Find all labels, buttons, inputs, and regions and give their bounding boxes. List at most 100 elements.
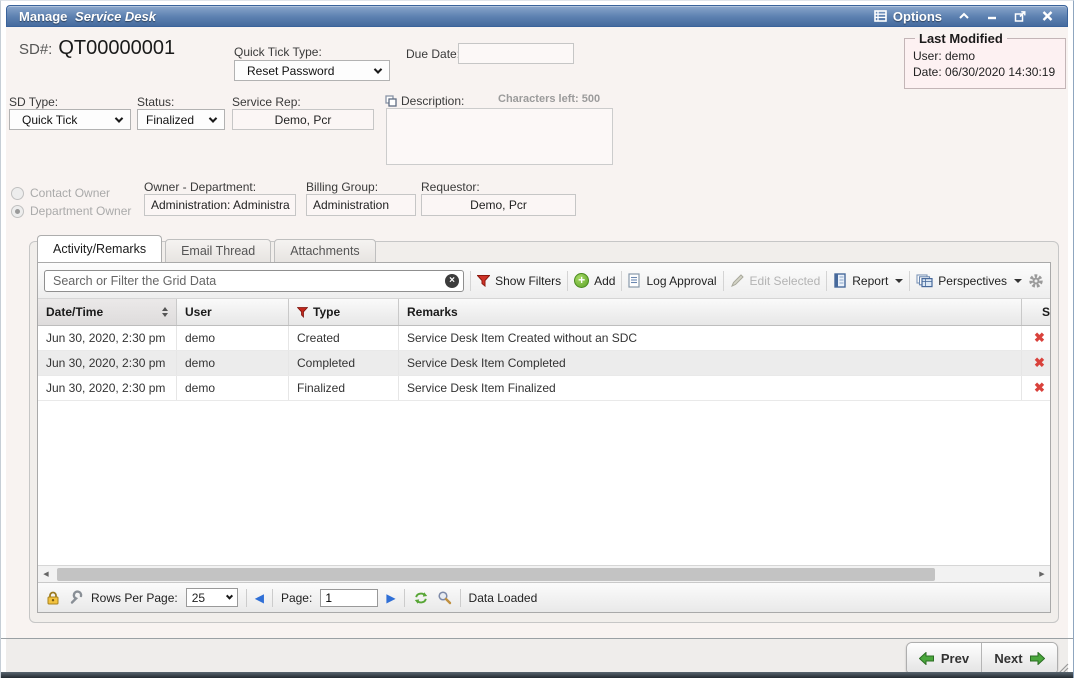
tab-activity-remarks[interactable]: Activity/Remarks — [37, 235, 162, 262]
toolbar-separator — [909, 271, 910, 291]
wrench-icon[interactable] — [68, 590, 83, 605]
service-rep-label: Service Rep: — [232, 95, 301, 109]
log-approval-button[interactable]: Log Approval — [628, 273, 716, 288]
perspectives-label: Perspectives — [938, 274, 1007, 288]
last-modified-title: Last Modified — [915, 31, 1007, 46]
pager-separator — [246, 589, 247, 607]
report-button[interactable]: Report — [833, 273, 903, 288]
delete-row-icon[interactable]: ✖ — [1034, 380, 1045, 396]
horizontal-scrollbar[interactable]: ◀ ▶ — [38, 565, 1050, 582]
pager-separator — [404, 589, 405, 607]
cell-user: demo — [177, 351, 289, 375]
chevron-down-icon — [115, 114, 123, 122]
footer-nav-buttons: Prev Next — [906, 642, 1058, 675]
column-header-user[interactable]: User — [177, 299, 289, 325]
delete-row-icon[interactable]: ✖ — [1034, 330, 1045, 346]
clear-search-icon[interactable]: × — [445, 274, 459, 288]
edit-selected-label: Edit Selected — [750, 274, 821, 288]
contact-owner-label: Contact Owner — [30, 186, 110, 200]
next-button[interactable]: Next — [982, 643, 1057, 674]
grid-header-row: Date/Time User Type Remarks Show — [38, 299, 1051, 326]
search-input[interactable] — [44, 270, 464, 292]
window-bottom-edge — [1, 672, 1073, 678]
contact-owner-radio[interactable]: Contact Owner — [11, 186, 110, 200]
scrollbar-thumb[interactable] — [57, 568, 935, 581]
scroll-left-icon[interactable]: ◀ — [38, 566, 54, 582]
filter-funnel-icon — [477, 275, 490, 287]
edit-selected-button[interactable]: Edit Selected — [730, 273, 821, 288]
options-button[interactable]: Options — [874, 9, 942, 24]
magnifier-icon[interactable] — [437, 590, 452, 605]
next-page-icon[interactable]: ▶ — [386, 592, 395, 604]
department-owner-radio[interactable]: Department Owner — [11, 204, 131, 218]
table-row[interactable]: Jun 30, 2020, 2:30 pm demo Created Servi… — [38, 326, 1051, 351]
activity-grid: × Show Filters Add — [37, 262, 1051, 613]
last-modified-box: Last Modified User: demo Date: 06/30/202… — [904, 31, 1066, 89]
grid-empty-area — [38, 401, 1050, 565]
pager-separator — [272, 589, 273, 607]
options-label: Options — [893, 9, 942, 24]
sd-type-select[interactable]: Quick Tick — [9, 109, 131, 130]
sd-number-heading: SD#: QT00000001 — [19, 37, 175, 60]
table-row[interactable]: Jun 30, 2020, 2:30 pm demo Completed Ser… — [38, 351, 1051, 376]
column-header-datetime[interactable]: Date/Time — [38, 299, 177, 325]
search-wrap: × — [44, 270, 464, 292]
footer-divider — [1, 638, 1073, 639]
lock-icon[interactable] — [46, 590, 60, 605]
page-title: Manage Service Desk — [19, 9, 156, 24]
quick-tick-type-select[interactable]: Reset Password — [234, 60, 390, 81]
show-filters-label: Show Filters — [495, 274, 561, 288]
refresh-icon[interactable] — [413, 591, 429, 605]
close-icon[interactable] — [1042, 11, 1053, 21]
last-modified-user: User: demo — [913, 49, 1057, 63]
column-header-type[interactable]: Type — [289, 299, 399, 325]
requestor-field: Demo, Pcr — [421, 194, 576, 216]
gear-icon[interactable] — [1028, 273, 1044, 289]
manage-service-desk-window: Manage Service Desk Options — [0, 0, 1074, 678]
cell-user: demo — [177, 376, 289, 400]
last-modified-date: Date: 06/30/2020 14:30:19 — [913, 65, 1057, 79]
delete-row-icon[interactable]: ✖ — [1034, 355, 1045, 371]
minimize-icon[interactable] — [986, 11, 998, 21]
collapse-icon[interactable] — [958, 11, 970, 21]
green-arrow-left-icon — [919, 652, 934, 665]
popout-description-icon[interactable] — [385, 95, 397, 107]
sd-type-label: SD Type: — [9, 95, 58, 109]
tab-email-thread[interactable]: Email Thread — [165, 239, 271, 262]
show-filters-button[interactable]: Show Filters — [477, 274, 561, 288]
toolbar-separator — [621, 271, 622, 291]
sort-icon[interactable] — [162, 307, 168, 317]
column-header-remarks[interactable]: Remarks — [399, 299, 1022, 325]
pencil-icon — [730, 273, 745, 288]
table-row[interactable]: Jun 30, 2020, 2:30 pm demo Finalized Ser… — [38, 376, 1051, 401]
grid-status-text: Data Loaded — [469, 591, 538, 605]
title-emphasis: Service Desk — [75, 9, 156, 24]
description-textarea[interactable] — [386, 108, 613, 165]
column-header-show[interactable]: Show — [1022, 299, 1051, 325]
page-number-input[interactable] — [320, 589, 378, 607]
next-label: Next — [994, 651, 1022, 666]
prev-button[interactable]: Prev — [907, 643, 982, 674]
sd-number-label: SD#: — [19, 41, 52, 58]
rows-per-page-label: Rows Per Page: — [91, 591, 178, 605]
radio-unchecked-icon — [11, 187, 24, 200]
report-label: Report — [852, 274, 888, 288]
rows-per-page-select[interactable]: 25 — [186, 588, 238, 607]
due-date-field[interactable] — [458, 43, 574, 64]
cell-user: demo — [177, 326, 289, 350]
perspectives-button[interactable]: Perspectives — [916, 274, 1022, 288]
window-titlebar: Manage Service Desk Options — [6, 5, 1068, 27]
quick-tick-type-value: Reset Password — [247, 64, 334, 78]
grid-toolbar: × Show Filters Add — [38, 263, 1050, 299]
billing-group-label: Billing Group: — [306, 180, 378, 194]
add-button[interactable]: Add — [574, 273, 615, 288]
document-icon — [628, 273, 641, 288]
scroll-right-icon[interactable]: ▶ — [1034, 566, 1050, 582]
filter-funnel-icon — [297, 307, 308, 318]
tab-attachments[interactable]: Attachments — [274, 239, 375, 262]
cell-remarks: Service Desk Item Finalized — [399, 376, 1022, 400]
page-label: Page: — [281, 591, 312, 605]
status-select[interactable]: Finalized — [137, 109, 225, 130]
popout-icon[interactable] — [1014, 11, 1026, 22]
previous-page-icon[interactable]: ◀ — [255, 592, 264, 604]
